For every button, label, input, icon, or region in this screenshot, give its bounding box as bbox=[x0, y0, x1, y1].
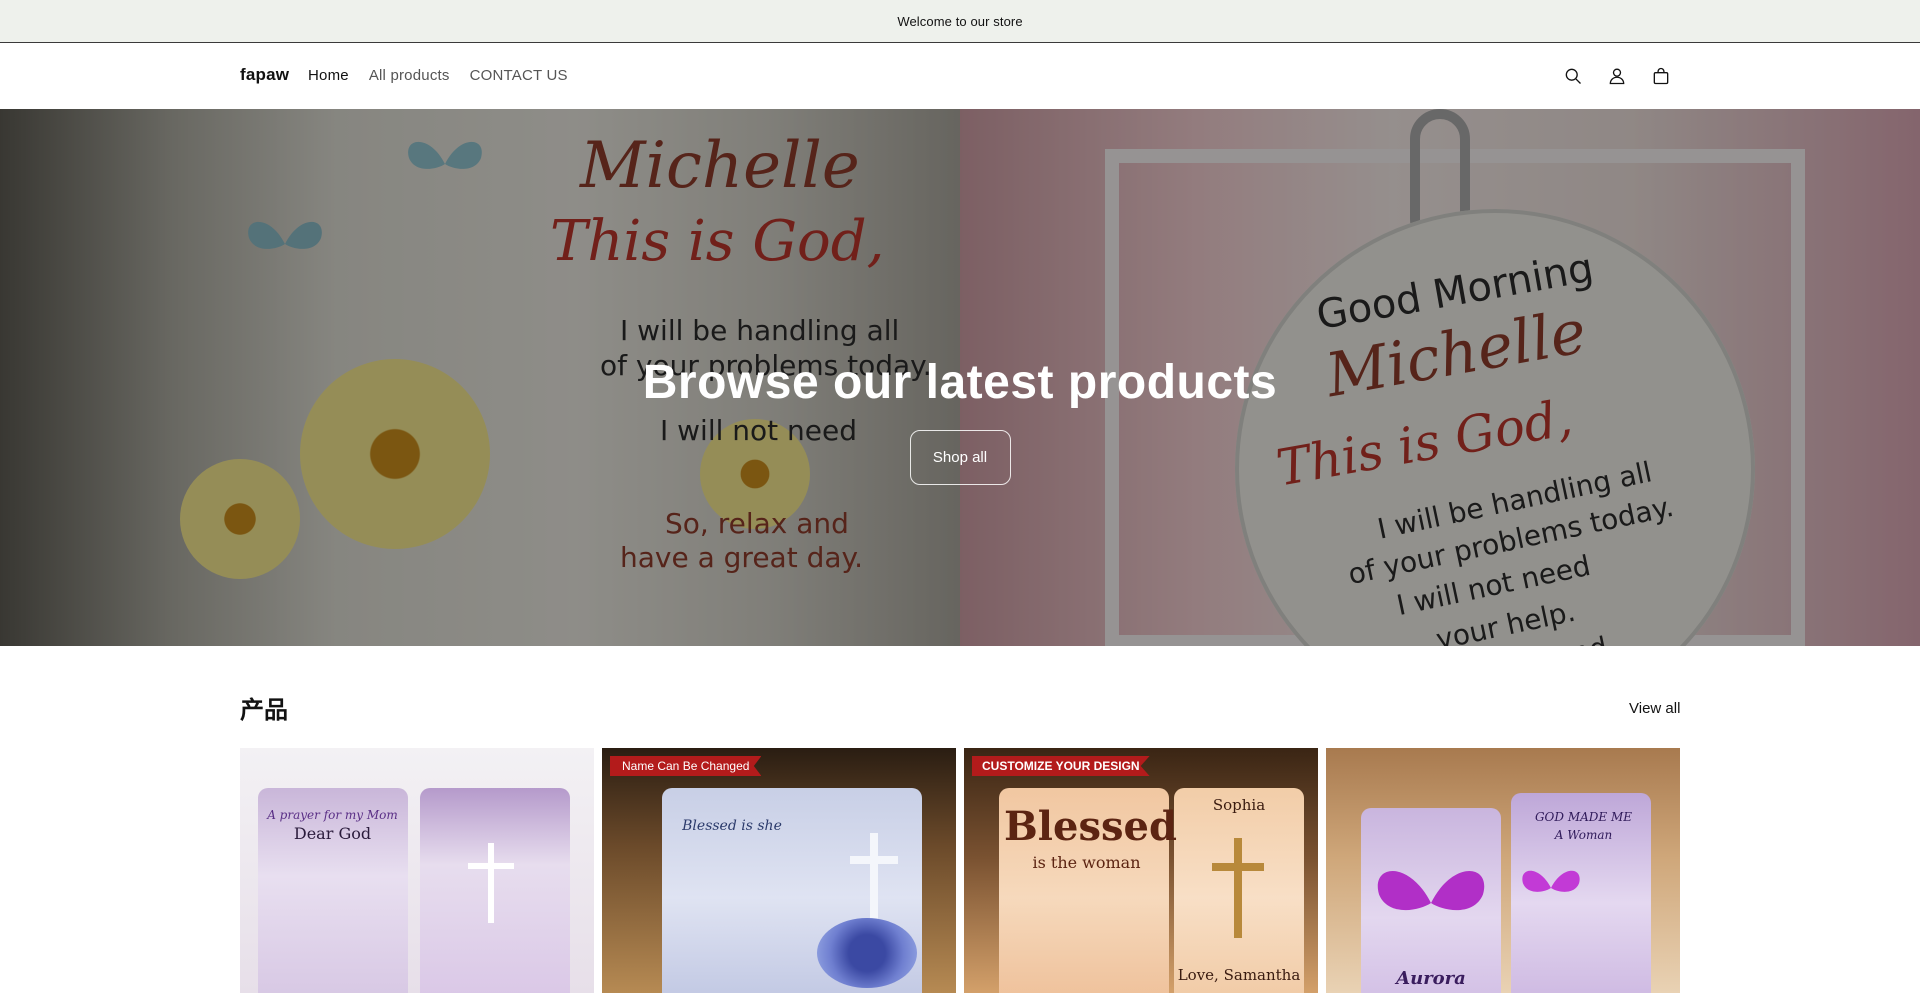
hero-title: Browse our latest products bbox=[642, 356, 1278, 409]
product-card[interactable]: Name Can Be Changed Blessed is she bbox=[602, 748, 956, 993]
card-caption: Dear God bbox=[293, 824, 372, 843]
cross-icon bbox=[1212, 863, 1264, 871]
announcement-bar: Welcome to our store bbox=[0, 0, 1920, 43]
card-caption: A Woman bbox=[1554, 828, 1613, 842]
hero-content: Browse our latest products Shop all bbox=[0, 109, 1920, 646]
cross-icon bbox=[1234, 838, 1242, 938]
cross-icon bbox=[850, 856, 898, 864]
account-icon[interactable] bbox=[1604, 63, 1630, 89]
announcement-text: Welcome to our store bbox=[897, 13, 1023, 29]
nav-home[interactable]: Home bbox=[308, 67, 349, 84]
nav-contact-us[interactable]: CONTACT US bbox=[470, 67, 568, 84]
card-caption: is the woman bbox=[1032, 853, 1141, 872]
nav-all-products[interactable]: All products bbox=[369, 67, 450, 84]
card-caption: A prayer for my Mom bbox=[267, 808, 398, 822]
rose-icon bbox=[817, 918, 917, 988]
product-card[interactable]: CUSTOMIZE YOUR DESIGN Blessed is the wom… bbox=[964, 748, 1318, 993]
card-caption: Blessed bbox=[1004, 803, 1177, 850]
site-header: fapaw Home All products CONTACT US bbox=[0, 43, 1920, 109]
store-logo[interactable]: fapaw bbox=[240, 65, 289, 85]
shop-all-button[interactable]: Shop all bbox=[909, 430, 1011, 485]
header-icons bbox=[1560, 63, 1674, 89]
card-tag: Name Can Be Changed bbox=[610, 756, 762, 776]
hero-banner: Michelle This is God, I will be handling… bbox=[0, 109, 1920, 646]
view-all-link[interactable]: View all bbox=[1629, 700, 1680, 717]
product-card[interactable]: A prayer for my Mom Dear God bbox=[240, 748, 594, 993]
card-name: Aurora bbox=[1396, 968, 1466, 989]
product-grid: A prayer for my Mom Dear God Name Can Be… bbox=[240, 748, 1680, 993]
cart-icon[interactable] bbox=[1648, 63, 1674, 89]
butterfly-icon bbox=[1377, 871, 1485, 911]
section-title: 产品 bbox=[240, 696, 288, 724]
tumbler-image bbox=[420, 788, 570, 993]
product-card[interactable]: GOD MADE ME A Woman Aurora bbox=[1326, 748, 1680, 993]
main-nav: Home All products CONTACT US bbox=[308, 67, 568, 84]
card-name: Sophia bbox=[1212, 796, 1266, 814]
card-signature: Love, Samantha bbox=[1177, 966, 1301, 984]
card-tag: CUSTOMIZE YOUR DESIGN bbox=[972, 756, 1150, 776]
butterfly-icon bbox=[1522, 870, 1580, 892]
cross-icon bbox=[488, 843, 494, 923]
search-icon[interactable] bbox=[1560, 63, 1586, 89]
cross-icon bbox=[870, 833, 878, 923]
card-caption: GOD MADE ME bbox=[1534, 810, 1633, 824]
card-caption: Blessed is she bbox=[682, 818, 782, 834]
cross-icon bbox=[468, 863, 514, 869]
